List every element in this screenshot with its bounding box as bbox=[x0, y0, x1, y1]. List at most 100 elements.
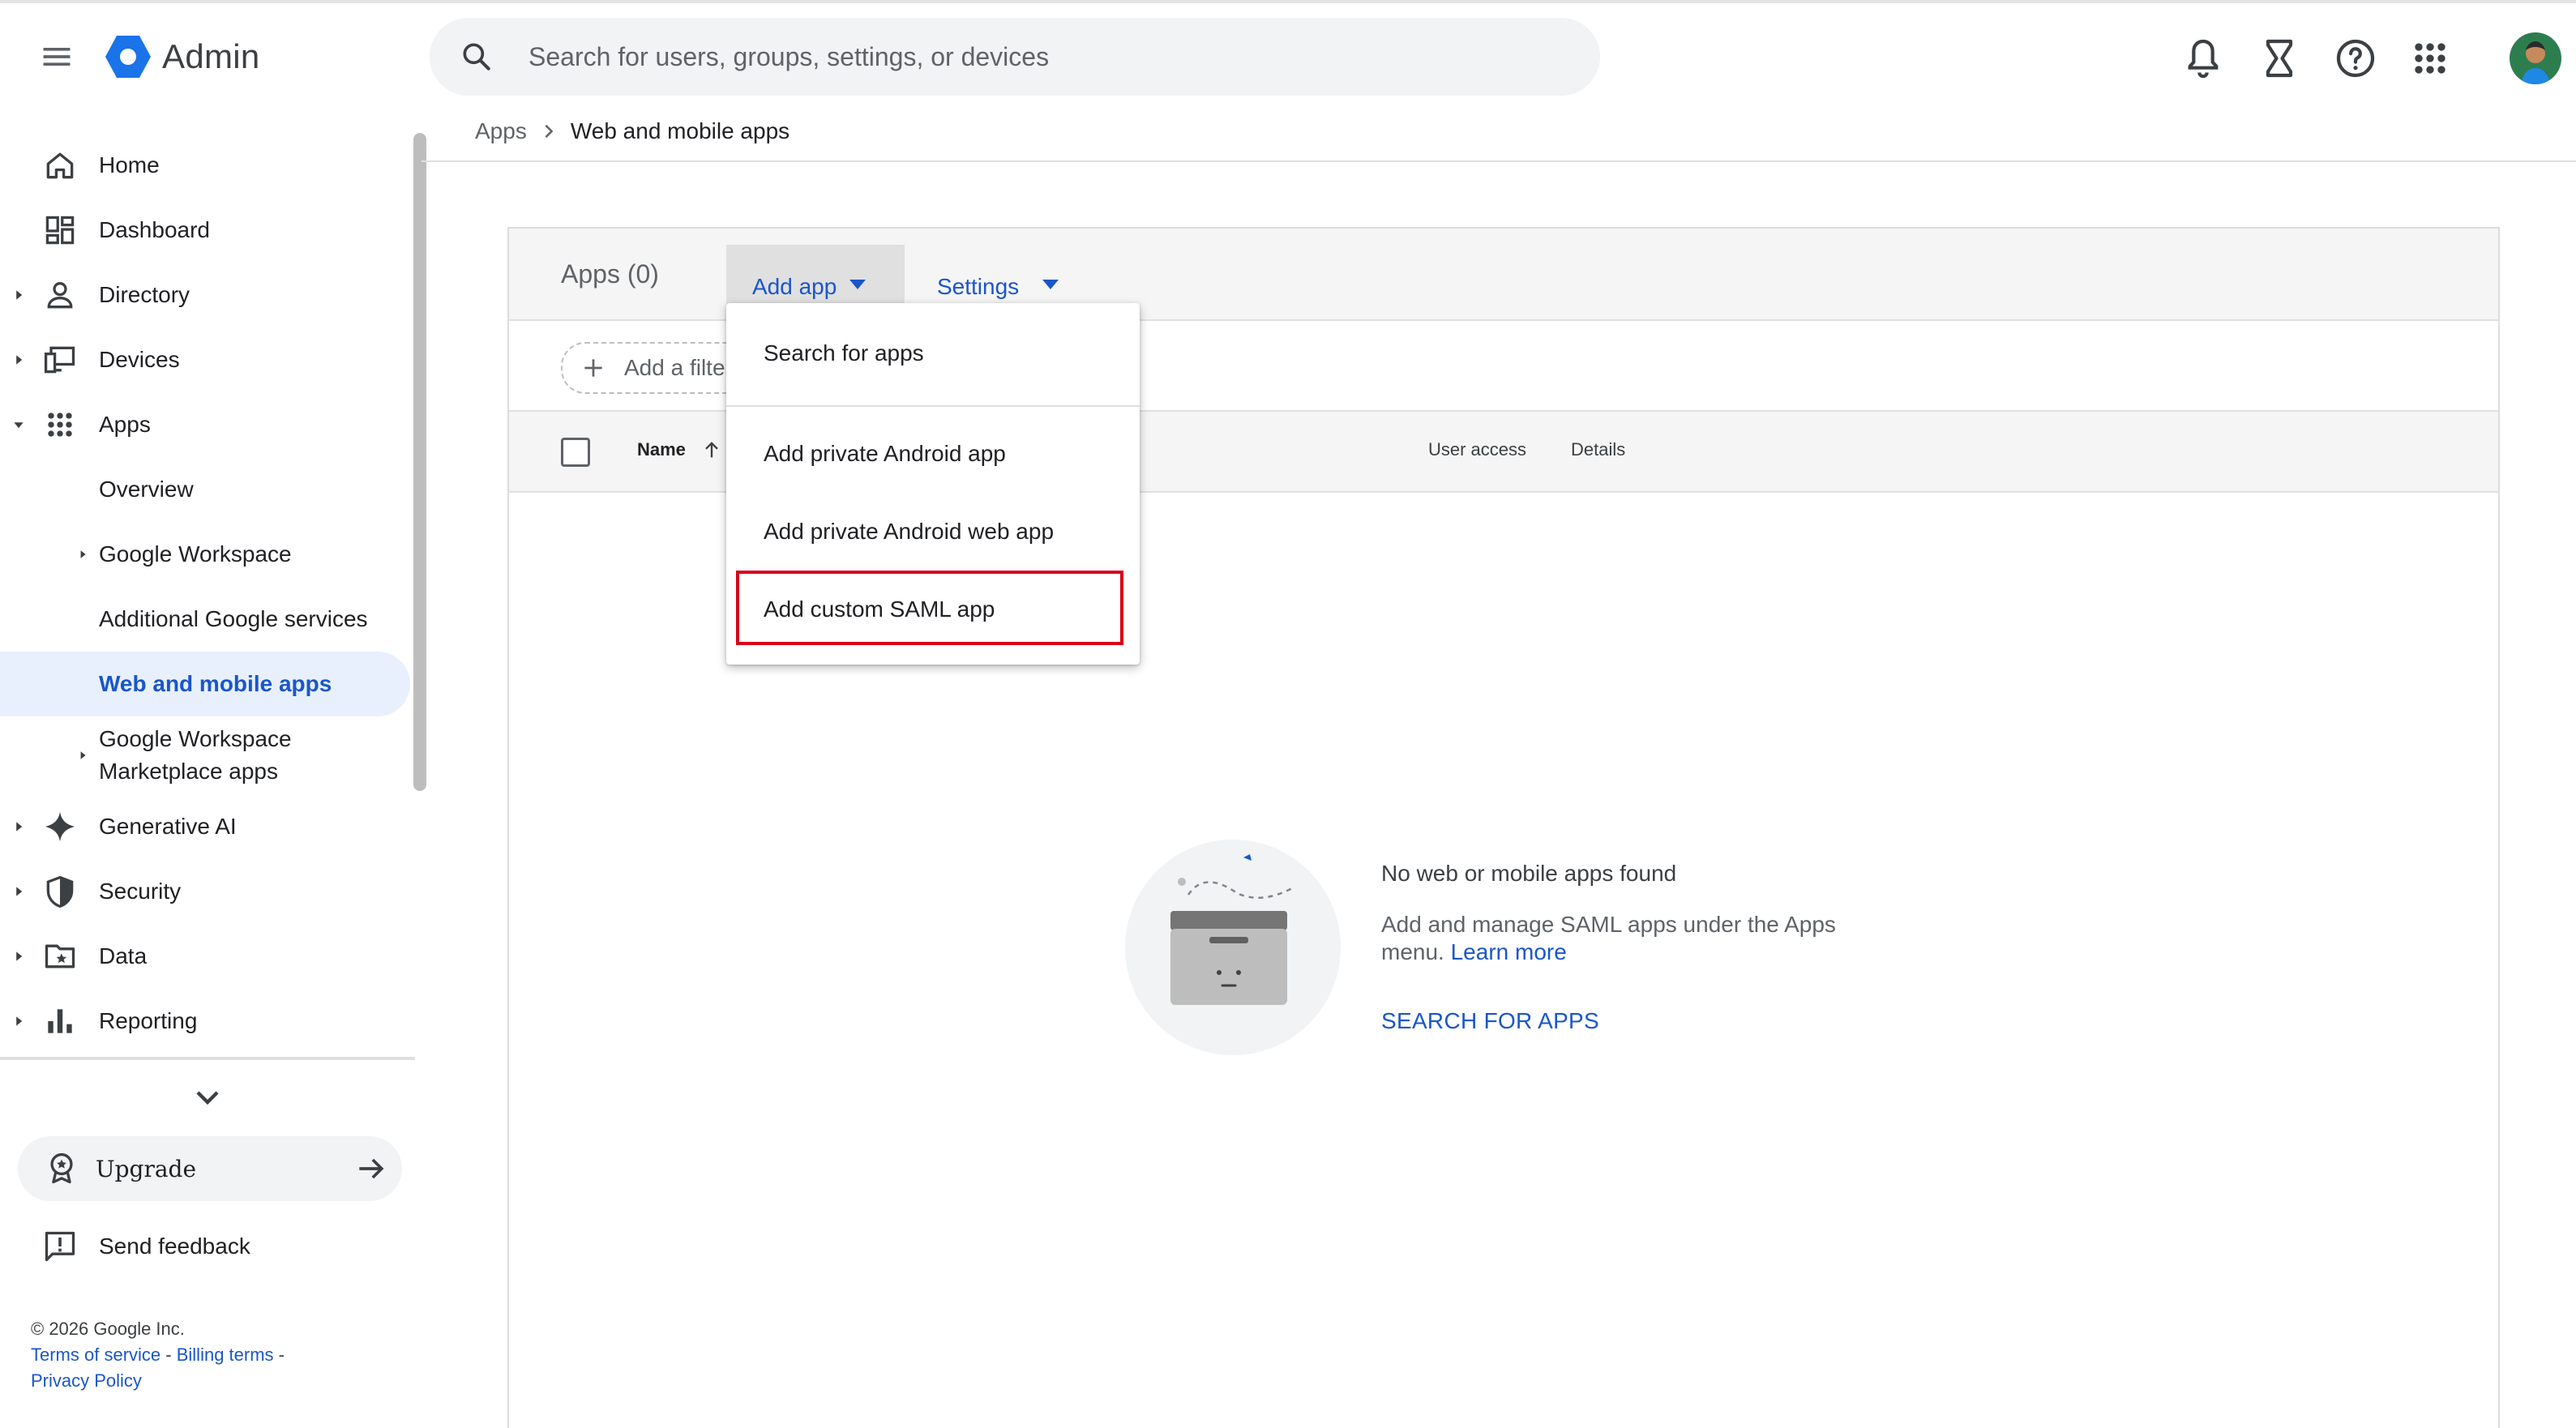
upgrade-button[interactable]: Upgrade bbox=[18, 1136, 402, 1201]
menu-item-add-private-android-web-app[interactable]: Add private Android web app bbox=[726, 493, 1140, 571]
award-icon bbox=[44, 1151, 79, 1186]
collapse-caret-icon[interactable] bbox=[13, 419, 24, 430]
sidebar-item-dashboard[interactable]: Dashboard bbox=[0, 198, 410, 263]
admin-logo-icon bbox=[105, 36, 151, 78]
breadcrumb-divider bbox=[421, 160, 2576, 162]
sidebar-item-marketplace-apps[interactable]: Google Workspace Marketplace apps bbox=[0, 716, 410, 794]
breadcrumb: Apps Web and mobile apps bbox=[475, 118, 789, 144]
top-header: Admin bbox=[0, 3, 2576, 109]
expand-caret-icon[interactable] bbox=[13, 354, 24, 366]
sidebar-item-data[interactable]: Data bbox=[0, 924, 410, 989]
highlight-box bbox=[736, 571, 1123, 645]
expand-caret-icon[interactable] bbox=[13, 289, 24, 301]
dropdown-arrow-icon bbox=[849, 280, 866, 289]
sidebar-item-home[interactable]: Home bbox=[0, 133, 410, 198]
sidebar-item-label: Data bbox=[99, 943, 148, 968]
sidebar-item-label: Directory bbox=[99, 282, 190, 307]
send-feedback-button[interactable]: Send feedback bbox=[0, 1216, 410, 1277]
search-for-apps-link[interactable]: SEARCH FOR APPS bbox=[1381, 1008, 1599, 1034]
privacy-policy-link[interactable]: Privacy Policy bbox=[31, 1370, 142, 1391]
sidebar-item-label: Additional Google services bbox=[99, 606, 368, 631]
plus-icon bbox=[584, 359, 602, 377]
tasks-hourglass-icon[interactable] bbox=[2257, 36, 2302, 81]
menu-item-search-for-apps[interactable]: Search for apps bbox=[726, 314, 1140, 392]
sidebar-item-label: Apps bbox=[99, 412, 151, 437]
billing-terms-link[interactable]: Billing terms bbox=[177, 1345, 274, 1365]
copyright-text: © 2026 Google Inc. bbox=[31, 1319, 185, 1339]
sidebar-item-apps[interactable]: Apps bbox=[0, 392, 410, 457]
column-user-access[interactable]: User access bbox=[1428, 439, 1526, 460]
sidebar-item-label: Security bbox=[99, 879, 182, 904]
menu-item-add-private-android-app[interactable]: Add private Android app bbox=[726, 415, 1140, 493]
chevron-down-icon[interactable] bbox=[188, 1078, 227, 1117]
sidebar-item-google-workspace[interactable]: Google Workspace bbox=[0, 522, 410, 587]
sparkle-icon bbox=[42, 809, 78, 844]
devices-icon bbox=[42, 342, 78, 378]
add-filter-label: Add a filter bbox=[624, 355, 733, 380]
send-feedback-label: Send feedback bbox=[99, 1233, 250, 1259]
empty-state-description: Add and manage SAML apps under the Apps … bbox=[1381, 911, 1884, 966]
terms-of-service-link[interactable]: Terms of service bbox=[31, 1345, 160, 1365]
expand-caret-icon[interactable] bbox=[13, 886, 24, 897]
sidebar-item-label: Generative AI bbox=[99, 814, 237, 839]
learn-more-link[interactable]: Learn more bbox=[1451, 939, 1567, 964]
feedback-icon bbox=[42, 1229, 78, 1264]
sidebar-item-security[interactable]: Security bbox=[0, 859, 410, 924]
expand-caret-icon[interactable] bbox=[13, 951, 24, 962]
avatar[interactable] bbox=[2510, 32, 2561, 84]
expand-caret-icon[interactable] bbox=[78, 750, 88, 761]
sidebar-item-directory[interactable]: Directory bbox=[0, 263, 410, 327]
sidebar-item-reporting[interactable]: Reporting bbox=[0, 989, 410, 1054]
column-details[interactable]: Details bbox=[1571, 439, 1625, 460]
sidebar-item-label: Overview bbox=[99, 477, 194, 502]
sidebar-item-label: Google Workspace Marketplace apps bbox=[99, 723, 292, 788]
search-bar[interactable] bbox=[430, 18, 1600, 96]
dashboard-icon bbox=[42, 212, 78, 248]
sidebar-item-label: Reporting bbox=[99, 1008, 198, 1033]
admin-logo[interactable]: Admin bbox=[102, 31, 260, 83]
empty-box-illustration bbox=[1123, 838, 1342, 1057]
footer-separator: - bbox=[278, 1345, 285, 1365]
person-icon bbox=[42, 277, 78, 313]
sort-ascending-icon[interactable] bbox=[700, 438, 723, 462]
home-icon bbox=[42, 148, 78, 183]
select-all-checkbox[interactable] bbox=[561, 438, 590, 467]
apps-count: Apps (0) bbox=[561, 259, 659, 289]
sidebar-item-devices[interactable]: Devices bbox=[0, 327, 410, 392]
settings-label: Settings bbox=[937, 274, 1020, 299]
empty-state-title: No web or mobile apps found bbox=[1381, 861, 1677, 886]
sidebar-item-web-and-mobile-apps[interactable]: Web and mobile apps bbox=[0, 652, 410, 716]
help-icon[interactable] bbox=[2333, 36, 2378, 81]
menu-divider bbox=[726, 405, 1140, 407]
sidebar-item-label: Dashboard bbox=[99, 217, 210, 242]
apps-grid-icon[interactable] bbox=[2407, 36, 2453, 81]
search-input[interactable] bbox=[527, 41, 1503, 73]
empty-state-text: Add and manage SAML apps under the Apps … bbox=[1381, 912, 1836, 964]
sidebar-item-label: Google Workspace bbox=[99, 541, 292, 566]
expand-caret-icon[interactable] bbox=[78, 549, 88, 560]
sidebar-item-label: Devices bbox=[99, 347, 180, 372]
notifications-icon[interactable] bbox=[2180, 36, 2226, 81]
label-line-1: Google Workspace bbox=[99, 726, 292, 751]
expand-caret-icon[interactable] bbox=[13, 821, 24, 832]
breadcrumb-current: Web and mobile apps bbox=[570, 118, 790, 143]
expand-caret-icon[interactable] bbox=[13, 1015, 24, 1027]
folder-star-icon bbox=[42, 938, 78, 974]
arrow-right-icon bbox=[353, 1151, 389, 1186]
bar-chart-icon bbox=[42, 1003, 78, 1039]
sidebar-scrollbar[interactable] bbox=[413, 133, 426, 791]
chevron-right-icon bbox=[545, 124, 554, 139]
sidebar-item-overview[interactable]: Overview bbox=[0, 457, 410, 522]
column-name[interactable]: Name bbox=[637, 439, 686, 460]
menu-item-label: Add private Android web app bbox=[764, 519, 1055, 544]
sidebar-item-additional-google-services[interactable]: Additional Google services bbox=[0, 587, 410, 652]
menu-icon[interactable] bbox=[36, 39, 78, 75]
shield-icon bbox=[42, 874, 78, 909]
search-icon bbox=[463, 43, 490, 71]
breadcrumb-apps-link[interactable]: Apps bbox=[475, 118, 527, 144]
menu-item-label: Search for apps bbox=[764, 340, 924, 366]
sidebar-item-label: Home bbox=[99, 152, 160, 177]
sidebar-item-generative-ai[interactable]: Generative AI bbox=[0, 794, 410, 859]
add-app-label: Add app bbox=[752, 274, 837, 299]
apps-grid-icon bbox=[42, 407, 78, 443]
